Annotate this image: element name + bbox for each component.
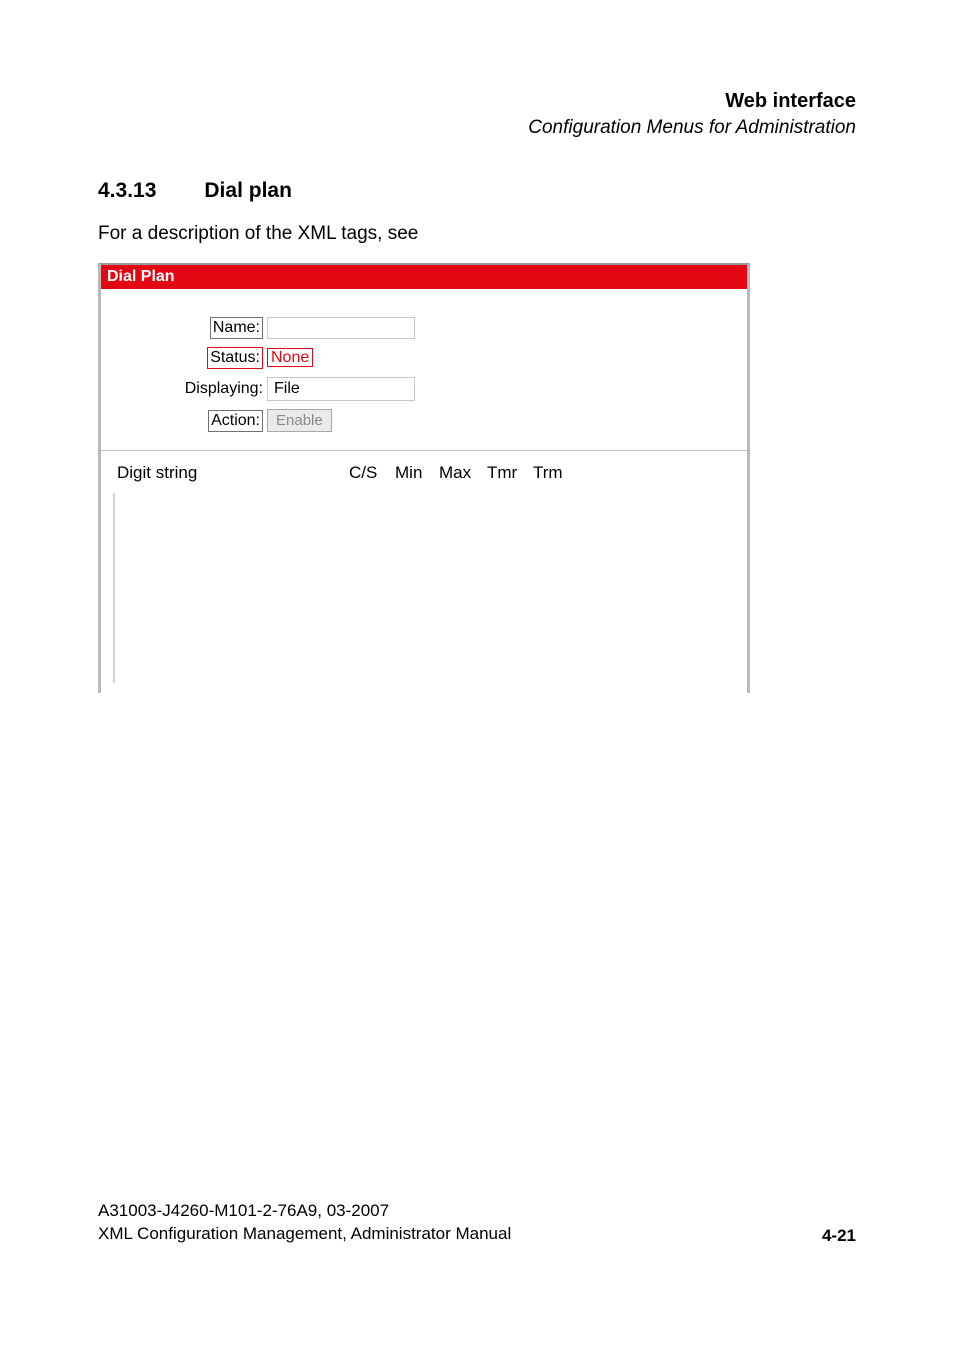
footer-line1: A31003-J4260-M101-2-76A9, 03-2007 [98,1200,511,1223]
footer-left: A31003-J4260-M101-2-76A9, 03-2007 XML Co… [98,1200,511,1246]
col-tmr: Tmr [487,463,533,483]
col-min: Min [395,463,439,483]
header-title: Web interface [98,90,856,113]
header-subtitle: Configuration Menus for Administration [98,117,856,139]
intro-text: For a description of the XML tags, see [98,223,856,245]
dial-plan-panel: Dial Plan Name: Status: None Display [98,263,750,693]
row-status: Status: None [115,347,733,369]
panel-title: Dial Plan [101,265,747,289]
row-action: Action: Enable [115,409,733,432]
name-label: Name: [115,317,267,339]
footer-page: 4-21 [822,1226,856,1246]
displaying-label: Displaying: [115,380,267,398]
displaying-select[interactable]: File [267,377,415,401]
col-max: Max [439,463,487,483]
row-displaying: Displaying: File [115,377,733,401]
footer-line2: XML Configuration Management, Administra… [98,1223,511,1246]
action-label: Action: [115,410,267,432]
section-title: Dial plan [204,179,292,202]
divider [101,450,747,451]
row-name: Name: [115,317,733,339]
page-footer: A31003-J4260-M101-2-76A9, 03-2007 XML Co… [98,1200,856,1246]
name-input[interactable] [267,317,415,339]
col-digit: Digit string [117,463,349,483]
col-trm: Trm [533,463,579,483]
panel-body: Name: Status: None Displaying: File [101,289,747,693]
section-heading: 4.3.13 Dial plan [98,179,856,203]
section-number: 4.3.13 [98,179,156,203]
page-header: Web interface Configuration Menus for Ad… [98,90,856,139]
enable-button[interactable]: Enable [267,409,332,432]
status-value: None [267,349,313,367]
column-headers: Digit string C/S Min Max Tmr Trm [115,463,733,493]
action-button-wrap: Enable [267,409,332,432]
list-area [113,493,733,683]
col-cs: C/S [349,463,395,483]
status-label: Status: [115,347,267,369]
